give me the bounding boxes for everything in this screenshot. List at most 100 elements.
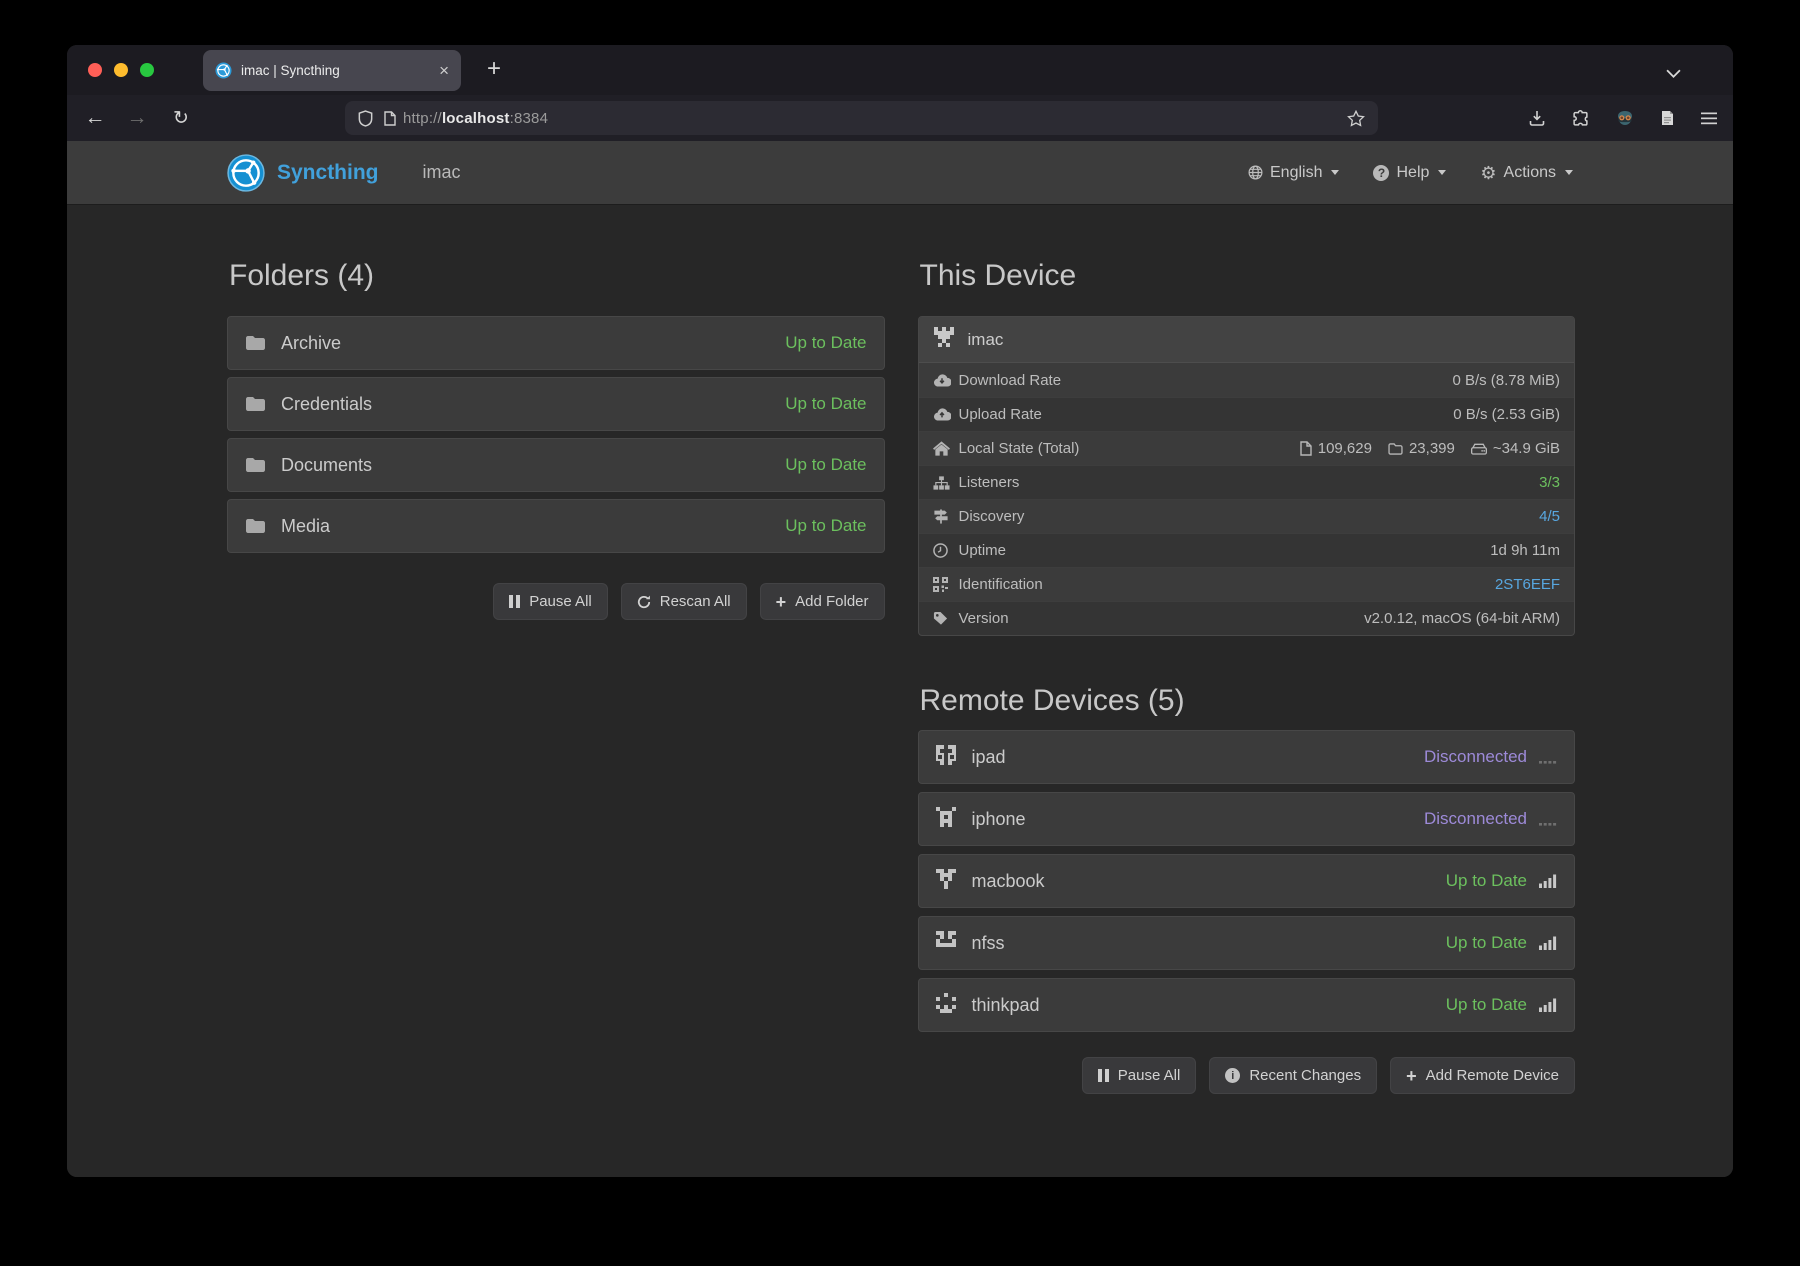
- device-status: Disconnected: [1424, 747, 1527, 767]
- rescan-all-button[interactable]: Rescan All: [621, 583, 747, 620]
- stat-label: Identification: [959, 576, 1043, 593]
- add-remote-device-button[interactable]: + Add Remote Device: [1390, 1057, 1575, 1094]
- stat-listeners: Listeners 3/3: [919, 465, 1575, 499]
- device-identicon: [936, 745, 956, 770]
- shield-icon[interactable]: [358, 110, 373, 127]
- home-icon: [933, 441, 959, 456]
- add-folder-label: Add Folder: [795, 593, 868, 610]
- stat-label: Local State (Total): [959, 440, 1080, 457]
- device-identicon: [934, 327, 954, 352]
- local-state-values: 109,629 23,399: [1300, 440, 1560, 457]
- window-controls: [88, 63, 154, 77]
- folder-row-archive[interactable]: Archive Up to Date: [227, 316, 885, 370]
- folder-row-media[interactable]: Media Up to Date: [227, 499, 885, 553]
- cloud-upload-icon: [933, 408, 959, 421]
- this-device-name: imac: [968, 330, 1004, 350]
- folder-row-documents[interactable]: Documents Up to Date: [227, 438, 885, 492]
- device-name: thinkpad: [972, 995, 1040, 1016]
- signal-dots-icon: [1539, 812, 1557, 826]
- pause-all-folders-button[interactable]: Pause All: [493, 583, 608, 620]
- url-text: http://localhost:8384: [403, 110, 548, 127]
- identification-link[interactable]: 2ST6EEF: [1495, 576, 1560, 593]
- language-menu-label: English: [1270, 164, 1322, 182]
- page-info-icon[interactable]: [384, 111, 396, 126]
- device-identicon: [936, 869, 956, 894]
- gear-icon: ⚙: [1480, 164, 1496, 182]
- stat-identification: Identification 2ST6EEF: [919, 567, 1575, 601]
- new-tab-button[interactable]: +: [479, 54, 509, 84]
- stat-label: Listeners: [959, 474, 1020, 491]
- question-circle-icon: ?: [1373, 165, 1389, 181]
- zoom-window-button[interactable]: [140, 63, 154, 77]
- close-tab-icon[interactable]: ×: [439, 62, 449, 79]
- stat-label: Version: [959, 610, 1009, 627]
- screen: imac | Syncthing × + ← → ↻ http://localh…: [0, 0, 1800, 1266]
- folder-status: Up to Date: [785, 516, 866, 536]
- plus-icon: +: [776, 593, 787, 611]
- globe-icon: [1248, 165, 1263, 180]
- navbar-device-name: imac: [423, 162, 461, 183]
- downloads-icon[interactable]: [1529, 110, 1545, 126]
- folder-outline-icon: [1388, 443, 1403, 455]
- stat-discovery: Discovery 4/5: [919, 499, 1575, 533]
- cloud-download-icon: [933, 374, 959, 387]
- forward-button[interactable]: →: [124, 105, 150, 131]
- devices-column: This Device imac Download Rate 0 B/s (: [918, 259, 1576, 1177]
- actions-menu[interactable]: ⚙ Actions: [1480, 164, 1573, 182]
- info-icon: i: [1225, 1068, 1240, 1083]
- qrcode-icon: [933, 577, 959, 592]
- pause-all-devices-button[interactable]: Pause All: [1082, 1057, 1197, 1094]
- pause-all-label: Pause All: [1118, 1067, 1181, 1084]
- minimize-window-button[interactable]: [114, 63, 128, 77]
- recent-changes-button[interactable]: i Recent Changes: [1209, 1057, 1377, 1094]
- syncthing-brand[interactable]: Syncthing: [227, 154, 379, 192]
- extensions-puzzle-icon[interactable]: [1572, 110, 1589, 127]
- list-tabs-chevron-icon[interactable]: [1666, 65, 1681, 83]
- folder-row-credentials[interactable]: Credentials Up to Date: [227, 377, 885, 431]
- language-menu[interactable]: English: [1248, 164, 1339, 182]
- help-menu-label: Help: [1396, 164, 1429, 182]
- pause-all-label: Pause All: [529, 593, 592, 610]
- device-row-macbook[interactable]: macbook Up to Date: [918, 854, 1576, 908]
- device-identicon: [936, 807, 956, 832]
- actions-menu-label: Actions: [1504, 164, 1556, 182]
- reader-document-icon[interactable]: [1661, 110, 1674, 126]
- help-menu[interactable]: ? Help: [1373, 164, 1446, 182]
- url-bar[interactable]: http://localhost:8384: [345, 101, 1378, 135]
- device-row-nfss[interactable]: nfss Up to Date: [918, 916, 1576, 970]
- back-button[interactable]: ←: [82, 105, 108, 131]
- device-identicon: [936, 993, 956, 1018]
- device-row-iphone[interactable]: iphone Disconnected: [918, 792, 1576, 846]
- browser-window: imac | Syncthing × + ← → ↻ http://localh…: [67, 45, 1733, 1177]
- folder-name: Credentials: [281, 394, 372, 415]
- this-device-panel: imac Download Rate 0 B/s (8.78 MiB): [918, 316, 1576, 636]
- stat-value: 3/3: [1539, 474, 1560, 491]
- stat-label: Discovery: [959, 508, 1025, 525]
- active-tab[interactable]: imac | Syncthing ×: [203, 50, 461, 91]
- close-window-button[interactable]: [88, 63, 102, 77]
- bookmark-star-icon[interactable]: [1347, 110, 1365, 127]
- this-device-header[interactable]: imac: [919, 317, 1575, 363]
- syncthing-logo-icon: [227, 154, 265, 192]
- recent-changes-label: Recent Changes: [1249, 1067, 1361, 1084]
- remote-devices-title: Remote Devices (5): [920, 684, 1576, 718]
- device-row-thinkpad[interactable]: thinkpad Up to Date: [918, 978, 1576, 1032]
- device-identicon: [936, 931, 956, 956]
- plus-icon: +: [1406, 1067, 1417, 1085]
- chevron-down-icon: [1331, 170, 1339, 175]
- stat-label: Download Rate: [959, 372, 1062, 389]
- masked-face-extension-icon[interactable]: [1616, 110, 1634, 126]
- device-row-ipad[interactable]: ipad Disconnected: [918, 730, 1576, 784]
- device-status: Up to Date: [1446, 995, 1527, 1015]
- add-folder-button[interactable]: + Add Folder: [760, 583, 885, 620]
- tab-title: imac | Syncthing: [241, 63, 439, 78]
- hamburger-menu-icon[interactable]: [1701, 112, 1717, 125]
- toolbar-extensions-area: [1529, 95, 1717, 141]
- stat-upload-rate: Upload Rate 0 B/s (2.53 GiB): [919, 397, 1575, 431]
- stat-value: 0 B/s (8.78 MiB): [1452, 372, 1560, 389]
- reload-button[interactable]: ↻: [168, 105, 194, 131]
- rescan-all-label: Rescan All: [660, 593, 731, 610]
- stat-label: Upload Rate: [959, 406, 1042, 423]
- stat-local-state: Local State (Total) 109,629: [919, 431, 1575, 465]
- pause-icon: [1098, 1069, 1109, 1082]
